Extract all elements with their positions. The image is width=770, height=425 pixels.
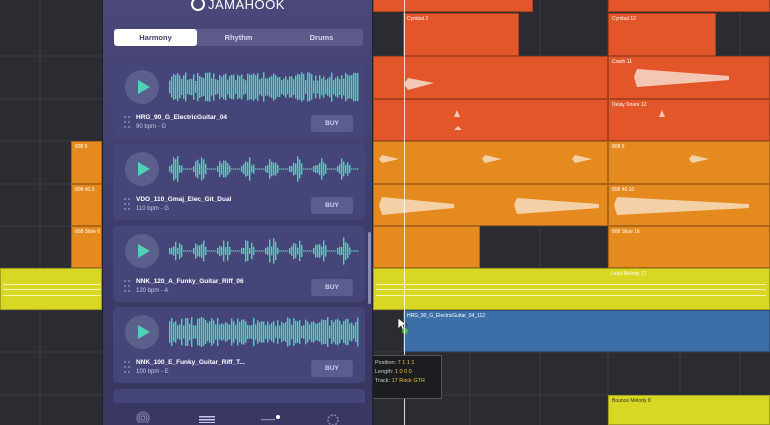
play-button[interactable]: [125, 152, 159, 186]
region-label: 808 Slide 6: [75, 229, 101, 235]
loop-card[interactable]: HRG_90_G_ElectricGuitar_04 90 bpm - G BU…: [113, 62, 365, 138]
region-cymbal-12[interactable]: Cymbal 12: [608, 13, 716, 56]
loop-meta: 120 bpm - A: [136, 288, 169, 294]
play-button[interactable]: [125, 234, 159, 268]
tooltip-position-value: 7 1 1 1: [397, 360, 415, 366]
region-label: 808 6: [75, 144, 88, 150]
drag-cursor-icon: [397, 317, 409, 334]
logo: JAMAHOOK: [191, 0, 285, 14]
tooltip-position-label: Position:: [375, 360, 397, 366]
play-icon: [138, 80, 150, 94]
waveform: [169, 317, 359, 347]
drag-info-tooltip: Position: 7 1 1 1 Length: 1 0 0 0 Track:…: [370, 355, 442, 399]
play-icon: [138, 162, 150, 176]
buy-button[interactable]: BUY: [311, 197, 353, 214]
tooltip-track-label: Track:: [375, 378, 391, 384]
loop-meta: 90 bpm - G: [136, 124, 167, 130]
tab-drums[interactable]: Drums: [280, 29, 363, 46]
play-button[interactable]: [125, 315, 159, 349]
drag-handle-icon[interactable]: [124, 280, 132, 292]
region-bounce-melody[interactable]: Bounce Melody 8: [608, 395, 770, 425]
region-top-left[interactable]: [373, 0, 533, 12]
region-808-40-b[interactable]: 808 40.10: [608, 184, 770, 226]
loop-card[interactable]: NNK_120_A_Funky_Guitar_Riff_06 120 bpm -…: [113, 226, 365, 302]
region-crash-left[interactable]: [373, 56, 608, 99]
region-lead-left[interactable]: [0, 268, 102, 310]
region-label: 808 40.3: [75, 187, 95, 193]
region-808-slide-mid[interactable]: [373, 226, 480, 268]
region-808-6-b[interactable]: 808 6: [608, 141, 770, 184]
settings-icon[interactable]: [325, 409, 341, 425]
loop-meta: 110 bpm - G: [136, 206, 169, 212]
loop-title: NNK_100_E_Funky_Guitar_Riff_T...: [136, 359, 245, 366]
bottom-nav: [103, 403, 372, 425]
loop-meta: 100 bpm - E: [136, 369, 169, 375]
region-808-40-a[interactable]: 808 40.3: [71, 184, 102, 226]
tooltip-track-value: 17 Rock GTR: [391, 378, 425, 384]
region-808-40-mid[interactable]: [373, 184, 608, 226]
region-label: Cymbal 2: [407, 16, 429, 22]
region-label: 808 Slide 16: [612, 229, 640, 235]
region-label: Bounce Melody 8: [612, 398, 651, 404]
logo-mark-icon: [191, 0, 205, 11]
drag-handle-icon[interactable]: [124, 198, 132, 210]
slider-icon[interactable]: [261, 409, 283, 423]
buy-button[interactable]: BUY: [311, 115, 353, 132]
tooltip-length-label: Length:: [375, 369, 394, 375]
waveform: [169, 237, 359, 265]
region-label: Cymbal 12: [612, 16, 636, 22]
loop-card[interactable]: NNK_100_E_Funky_Guitar_Riff_T... 100 bpm…: [113, 307, 365, 383]
jamahook-panel: JAMAHOOK Harmony Rhythm Drums HRG_90_G_E…: [102, 0, 373, 425]
region-808-6-a[interactable]: 808 6: [71, 141, 102, 184]
logo-text: JAMAHOOK: [208, 0, 285, 12]
loop-title: VDO_110_Gmaj_Elec_Git_Dual: [136, 196, 232, 203]
fingerprint-icon[interactable]: [136, 409, 150, 423]
region-top-right[interactable]: [608, 0, 770, 12]
list-icon[interactable]: [199, 409, 215, 423]
region-cymbal-2[interactable]: Cymbal 2: [403, 13, 519, 56]
drag-handle-icon[interactable]: [124, 361, 132, 373]
category-tabs: Harmony Rhythm Drums: [114, 29, 363, 46]
tab-rhythm[interactable]: Rhythm: [197, 29, 280, 46]
tab-harmony[interactable]: Harmony: [114, 29, 197, 46]
waveform: [169, 72, 359, 102]
region-electric-guitar[interactable]: HRG_90_G_ElectricGuitar_04_112: [403, 310, 770, 352]
loop-card[interactable]: VDO_110_Gmaj_Elec_Git_Dual 110 bpm - G B…: [113, 144, 365, 220]
buy-button[interactable]: BUY: [311, 279, 353, 296]
region-808-slide-16[interactable]: 808 Slide 16: [608, 226, 770, 268]
tooltip-length-value: 1 0 0 0: [394, 369, 412, 375]
region-lead-melody[interactable]: Lead Melody 17: [373, 268, 770, 310]
region-808-6-mid[interactable]: [373, 141, 608, 184]
region-crash[interactable]: Crash 11: [608, 56, 770, 99]
loop-title: NNK_120_A_Funky_Guitar_Riff_06: [136, 278, 244, 285]
waveform: [169, 156, 359, 182]
drag-handle-icon[interactable]: [124, 116, 132, 128]
scrollbar[interactable]: [368, 232, 371, 304]
buy-button[interactable]: BUY: [311, 360, 353, 377]
region-808-slide-6[interactable]: 808 Slide 6: [71, 226, 102, 268]
region-delay-snare-left[interactable]: [373, 99, 608, 141]
region-label: HRG_90_G_ElectricGuitar_04_112: [407, 313, 486, 319]
loop-title: HRG_90_G_ElectricGuitar_04: [136, 114, 228, 121]
play-icon: [138, 325, 150, 339]
play-icon: [138, 244, 150, 258]
play-button[interactable]: [125, 70, 159, 104]
region-delay-snare[interactable]: Delay Snare 12: [608, 99, 770, 141]
